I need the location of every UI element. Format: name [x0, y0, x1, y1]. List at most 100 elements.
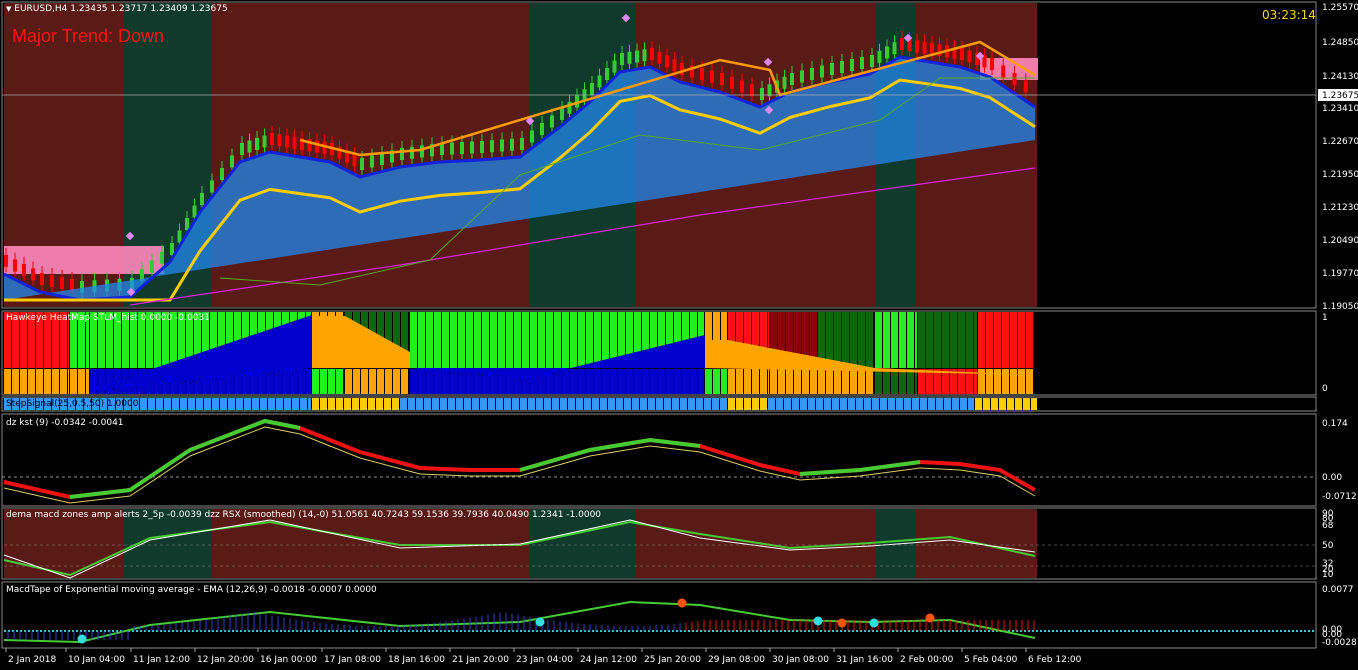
price-tick-label: 1.19050	[1322, 302, 1358, 312]
candle-body	[710, 70, 714, 83]
heat-cell-bottom	[736, 369, 743, 394]
heat-cell-top	[554, 312, 561, 368]
time-tick-label: 12 Jan 20:00	[197, 655, 254, 665]
stepsignal-cell	[928, 398, 935, 410]
price-panel[interactable]	[1, 1, 1317, 309]
candle-body	[1012, 73, 1017, 85]
heat-cell-bottom	[858, 369, 865, 394]
heat-cell-bottom	[610, 369, 617, 394]
stepsignal-cell	[432, 398, 439, 410]
heat-cell-bottom	[842, 369, 849, 394]
stepsignal-cell	[544, 398, 551, 410]
stepsignal-panel[interactable]	[1, 396, 1317, 412]
stepsignal-cell	[284, 398, 291, 410]
stepsignal-cell	[320, 398, 327, 410]
heat-cell-bottom	[60, 369, 67, 394]
stepsignal-cell	[228, 398, 235, 410]
stepsignal-cell	[392, 398, 399, 410]
stepsignal-cell	[268, 398, 275, 410]
heat-cell-bottom	[760, 369, 767, 394]
heat-cell-bottom	[650, 369, 657, 394]
candle-body	[490, 140, 494, 153]
heat-cell-bottom	[385, 369, 392, 394]
candle-body	[1001, 65, 1006, 78]
price-tick-label: 1.19770	[1322, 269, 1358, 279]
heat-cell-bottom	[410, 369, 417, 394]
price-tick-label: 1.24850	[1322, 38, 1358, 48]
price-tick-label: 1.25570	[1322, 3, 1358, 13]
stepsignal-cell	[496, 398, 503, 410]
stepsignal-cell	[276, 398, 283, 410]
time-axis[interactable]: 2 Jan 2018 10 Jan 04:00 11 Jan 12:00 12 Jan…	[5, 648, 1082, 665]
chart-canvas[interactable]: 1.25570 1.24850 1.24130 1.23410 1.22670 1.219…	[0, 0, 1358, 670]
stepsignal-cell	[999, 398, 1006, 410]
time-tick-label: 29 Jan 08:00	[708, 655, 765, 665]
major-trend-text: Major Trend: Down	[12, 26, 165, 46]
heat-cell-top	[450, 312, 457, 368]
kst-panel[interactable]	[1, 413, 1317, 507]
stepsignal-cell	[352, 398, 359, 410]
candle-body	[31, 268, 35, 281]
candle-body	[285, 135, 289, 148]
stepsignal-cell	[991, 398, 998, 410]
candle-body	[877, 50, 882, 63]
price-axis[interactable]: 1.25570 1.24850 1.24130 1.23410 1.22670 1.219…	[1318, 3, 1358, 312]
stepsignal-cell	[688, 398, 695, 410]
stepsignal-cell	[220, 398, 227, 410]
heat-cell-bottom	[328, 369, 335, 394]
symbol-info: ▼ EURUSD,H4 1.23435 1.23717 1.23409 1.23…	[6, 4, 228, 15]
triangle-down-icon[interactable]: ▼	[6, 5, 11, 13]
candle-body	[605, 68, 609, 80]
heat-cell-bottom	[713, 369, 720, 394]
heat-cell-top	[434, 312, 441, 368]
heat-cell-bottom	[698, 369, 704, 394]
stepsignal-cell	[440, 398, 447, 410]
heat-cell-top	[883, 312, 890, 368]
stepsignal-cell	[888, 398, 895, 410]
stepsignal-cell	[188, 398, 195, 410]
heat-cell-bottom	[450, 369, 457, 394]
stepsignal-cell	[800, 398, 807, 410]
heat-cell-bottom	[594, 369, 601, 394]
heat-cell-top	[907, 312, 914, 368]
stepsignal-cell	[448, 398, 455, 410]
heat-cell-bottom	[578, 369, 585, 394]
kst-tick-label: 0.00	[1322, 473, 1342, 483]
stepsignal-cell	[624, 398, 631, 410]
candle-body	[450, 142, 454, 155]
heat-cell-top	[986, 312, 993, 368]
heat-cell-top	[578, 312, 585, 368]
heat-cell-bottom	[752, 369, 759, 394]
heat-cell-bottom	[266, 369, 273, 394]
kst-frame	[1, 413, 1317, 507]
stepsignal-cell	[784, 398, 791, 410]
stepsignal-cell	[1015, 398, 1022, 410]
heat-cell-bottom	[618, 369, 625, 394]
candle-body	[200, 193, 204, 205]
heat-cell-top	[866, 312, 873, 368]
heat-cell-bottom	[336, 369, 343, 394]
macd-tape-tick-label: -0.0028	[1322, 638, 1357, 648]
stepsignal-cell	[983, 398, 990, 410]
time-tick-label: 21 Jan 20:00	[452, 655, 509, 665]
stepsignal-cell	[344, 398, 351, 410]
heat-cell-top	[850, 312, 857, 368]
heat-cell-bottom	[602, 369, 609, 394]
heat-cell-top	[834, 312, 841, 368]
heat-cell-bottom	[866, 369, 873, 394]
stepsignal-cell	[552, 398, 559, 410]
stepsignal-cell	[816, 398, 823, 410]
stepsignal-cell	[292, 398, 299, 410]
stepsignal-cell	[704, 398, 711, 410]
candle-body	[22, 264, 26, 276]
heat-cell-bottom	[98, 369, 105, 394]
stepsignal-cell	[164, 398, 171, 410]
symbol-label: EURUSD,H4 1.23435 1.23717 1.23409 1.2367…	[14, 4, 228, 14]
heat-cell-top	[530, 312, 537, 368]
candle-body	[480, 141, 484, 153]
stepsignal-cell	[424, 398, 431, 410]
stepsignal-cell	[696, 398, 703, 410]
candle-body	[850, 59, 854, 71]
stepsignal-cell	[720, 398, 727, 410]
heat-cell-bottom	[570, 369, 577, 394]
